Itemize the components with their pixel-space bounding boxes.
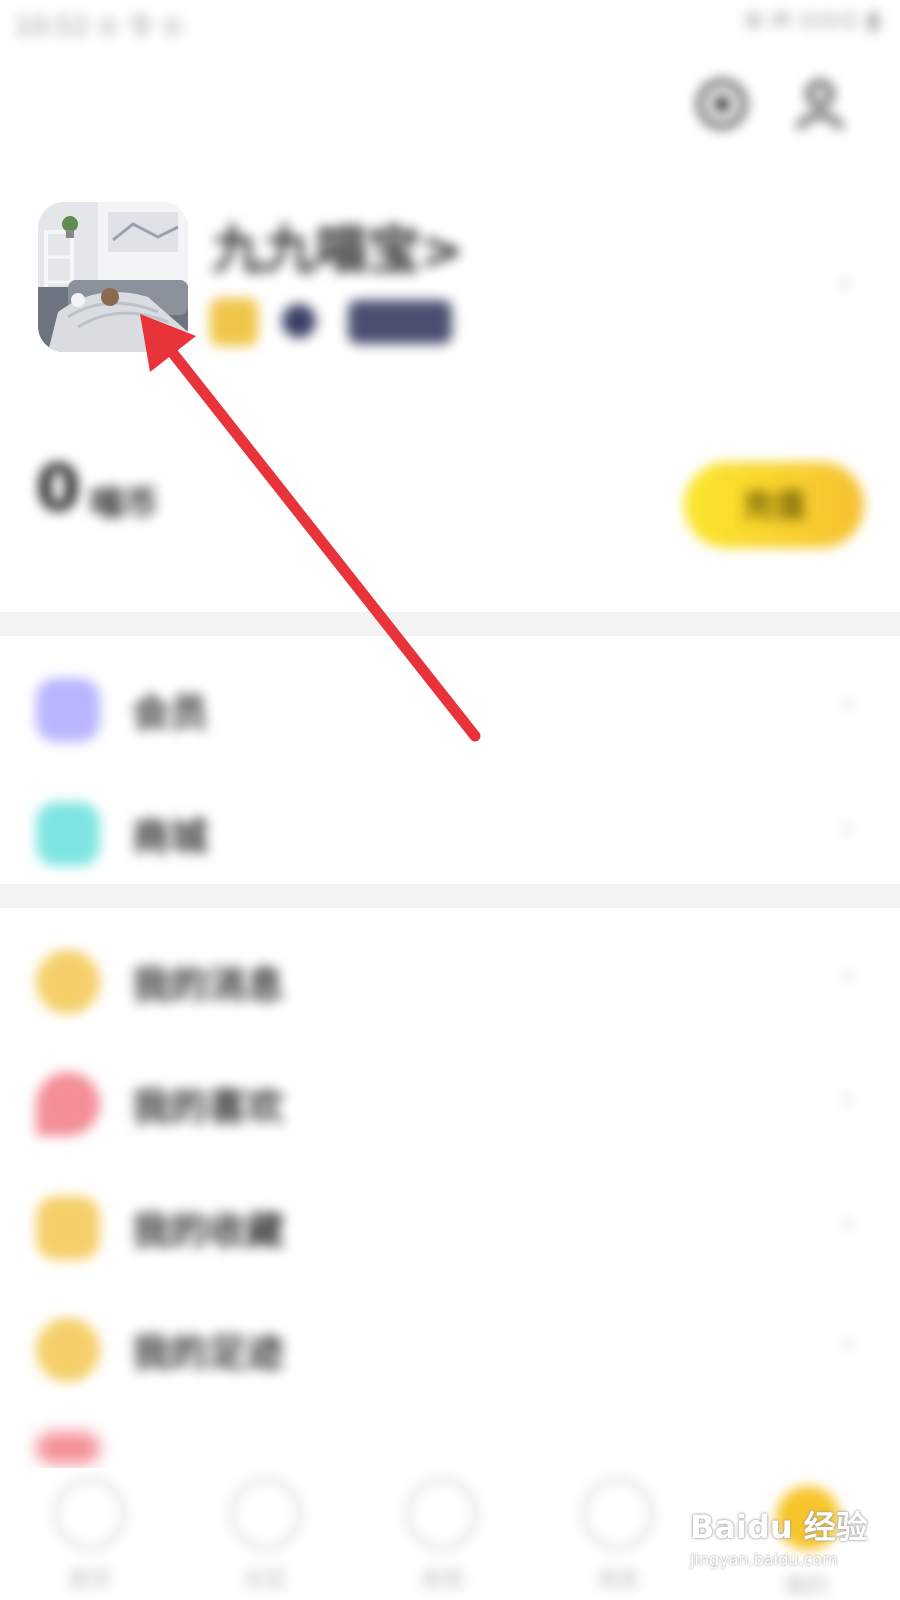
discover-icon xyxy=(406,1478,478,1550)
chevron-right-icon: › xyxy=(840,956,854,996)
chevron-right-icon[interactable]: › xyxy=(838,262,852,303)
level-badge-icon xyxy=(282,304,316,338)
chevron-right-icon: › xyxy=(840,684,854,724)
watermark-url: jingyan.baidu.com xyxy=(690,1550,838,1569)
message-icon xyxy=(582,1478,654,1550)
nav-label: 首页 xyxy=(67,1568,112,1593)
nav-label: 消息 xyxy=(595,1568,640,1593)
chevron-right-icon: › xyxy=(840,1324,854,1364)
section-divider xyxy=(0,612,900,636)
home-icon xyxy=(54,1478,126,1550)
chevron-right-icon: › xyxy=(840,808,854,848)
community-icon xyxy=(230,1478,302,1550)
vip-badge-icon xyxy=(210,298,258,346)
nav-home[interactable]: 首页 xyxy=(30,1478,150,1596)
list-item-favorites[interactable]: 我的收藏 › xyxy=(0,1182,900,1282)
nav-discover[interactable]: 发现 xyxy=(382,1478,502,1596)
balance-unit: 喵币 xyxy=(90,484,158,524)
footprint-icon xyxy=(36,1318,100,1382)
shop-bag-icon xyxy=(36,802,100,866)
avatar[interactable] xyxy=(38,202,188,352)
row-label: 会员 xyxy=(132,691,209,735)
chevron-right-icon: › xyxy=(840,1202,854,1242)
nav-community[interactable]: 社区 xyxy=(206,1478,326,1596)
row-label: 我的收藏 xyxy=(132,1209,285,1253)
status-time: 10:52 ⊙ 令 ⊙ xyxy=(14,12,184,42)
watermark-logo: Baidu 经验 xyxy=(690,1508,868,1546)
row-label: 我的消息 xyxy=(132,963,285,1007)
settings-icon[interactable] xyxy=(694,76,750,132)
row-label: 我的喜欢 xyxy=(132,1085,285,1129)
row-label: 我的足迹 xyxy=(132,1331,285,1375)
list-item-messages[interactable]: 我的消息 › xyxy=(0,936,900,1036)
profile-tag xyxy=(348,300,452,344)
list-item-likes[interactable]: 我的喜欢 › xyxy=(0,1058,900,1158)
balance-value: 0 xyxy=(36,452,81,526)
recharge-button[interactable]: 充值 xyxy=(684,462,864,548)
list-item-partial[interactable] xyxy=(0,1424,900,1464)
nav-label: 发现 xyxy=(419,1568,464,1593)
person-icon[interactable] xyxy=(792,76,848,132)
list-item-history[interactable]: 我的足迹 › xyxy=(0,1304,900,1404)
username[interactable]: 九九喵宝> xyxy=(212,208,464,283)
list-item-mall[interactable]: 商城 › xyxy=(0,788,900,888)
row-label: 商城 xyxy=(132,815,209,859)
nav-label: 社区 xyxy=(243,1568,288,1593)
section-divider xyxy=(0,884,900,908)
heart-icon xyxy=(36,1072,100,1136)
status-indicators: ⊕ ✉ ⊙⊙⊙ ▮ xyxy=(743,6,880,34)
chevron-right-icon: › xyxy=(840,1078,854,1118)
list-item-membership[interactable]: 会员 › xyxy=(0,664,900,764)
watermark: Baidu 经验 jingyan.baidu.com xyxy=(690,1502,890,1592)
diamond-icon xyxy=(36,678,100,742)
message-icon xyxy=(36,950,100,1014)
partial-icon xyxy=(36,1432,100,1464)
nav-messages[interactable]: 消息 xyxy=(558,1478,678,1596)
bookmark-icon xyxy=(36,1196,100,1260)
